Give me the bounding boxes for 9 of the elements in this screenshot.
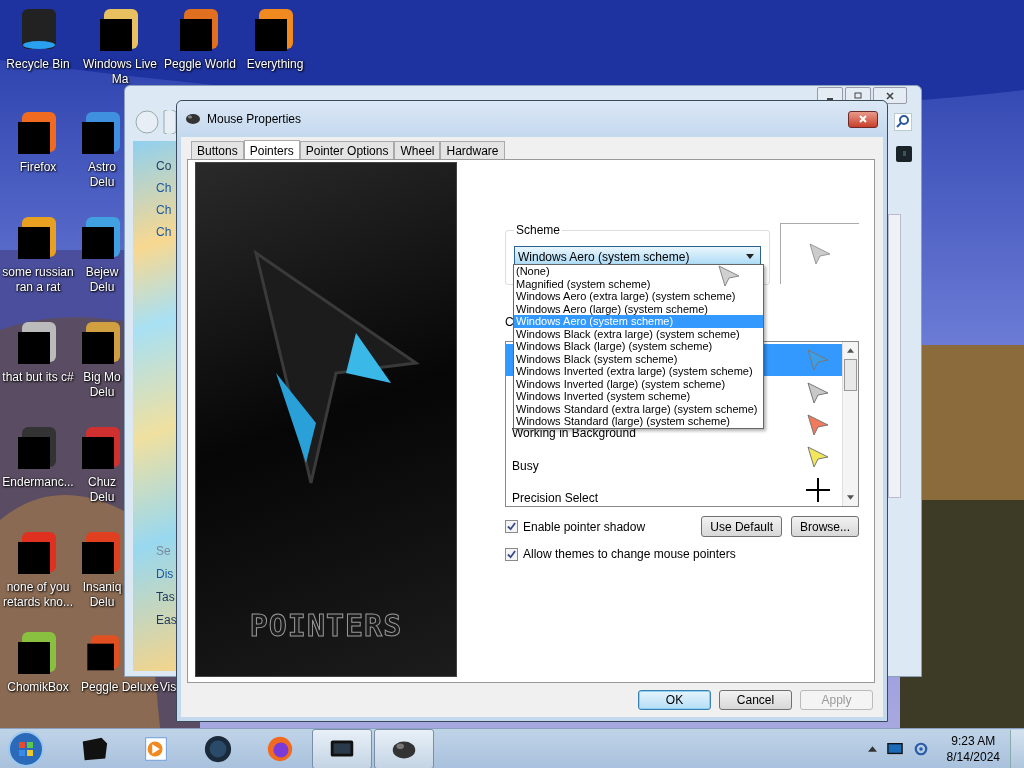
art-title: POINTERS xyxy=(249,608,403,643)
window-title: Mouse Properties xyxy=(207,112,303,126)
customize-label: C xyxy=(505,315,514,329)
group-label: Scheme xyxy=(515,223,562,237)
row-label: Working in Background xyxy=(512,426,636,442)
nav-heading: Co xyxy=(156,158,173,174)
see-also-heading: Se xyxy=(156,543,172,559)
row-label: Precision Select xyxy=(512,491,599,507)
row-label: Busy xyxy=(512,458,539,474)
